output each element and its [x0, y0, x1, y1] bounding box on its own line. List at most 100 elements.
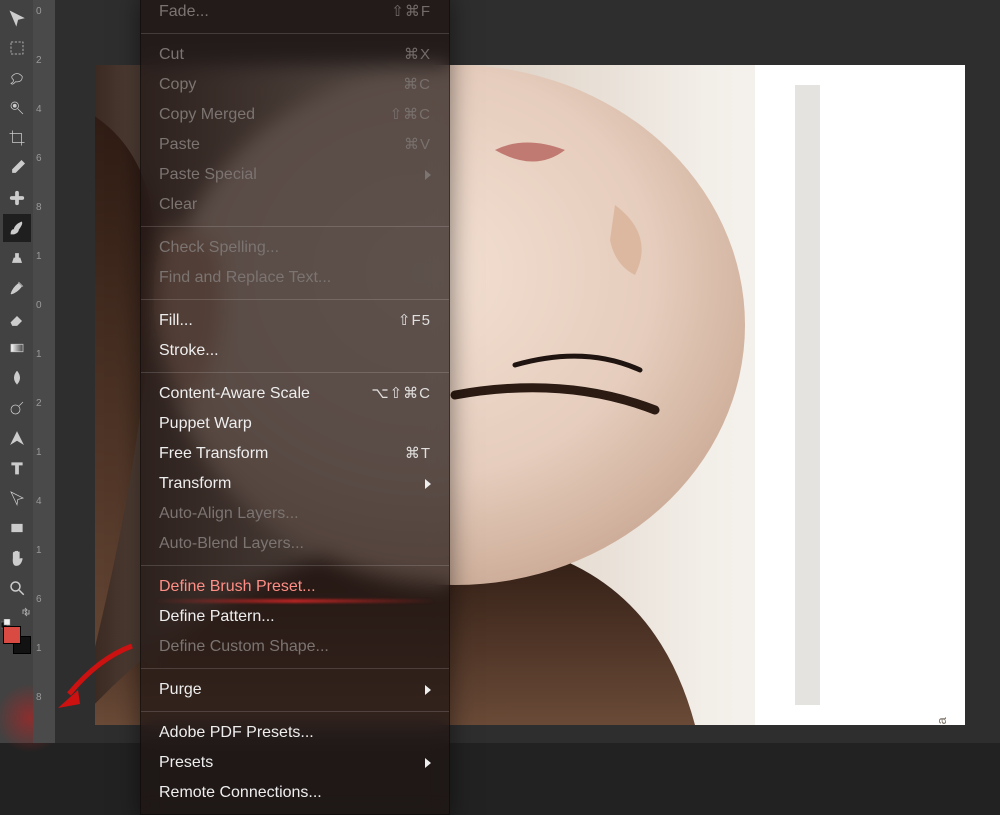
menu-item-label: Presets: [159, 752, 425, 774]
menu-item-shortcut: ⇧⌘C: [390, 104, 431, 126]
menu-item-puppet-warp[interactable]: Puppet Warp: [141, 409, 449, 439]
marquee-tool[interactable]: [3, 34, 31, 62]
type-tool[interactable]: [3, 454, 31, 482]
menu-item-adobe-pdf-presets[interactable]: Adobe PDF Presets...: [141, 718, 449, 748]
rectangle-tool[interactable]: [3, 514, 31, 542]
menu-item-label: Cut: [159, 44, 404, 66]
menu-item-label: Puppet Warp: [159, 413, 431, 435]
menu-item-label: Purge: [159, 679, 425, 701]
menu-item-transform[interactable]: Transform: [141, 469, 449, 499]
menu-item-purge[interactable]: Purge: [141, 675, 449, 705]
ruler-mark: 8: [36, 202, 42, 213]
foreground-color-swatch[interactable]: [3, 626, 21, 644]
chevron-right-icon: [425, 170, 431, 180]
menu-item-label: Copy: [159, 74, 403, 96]
menu-item-find-and-replace-text: Find and Replace Text...: [141, 263, 449, 293]
history-brush-tool[interactable]: [3, 274, 31, 302]
menu-item-label: Free Transform: [159, 443, 405, 465]
healing-brush-tool[interactable]: [3, 184, 31, 212]
menu-item-shortcut: ⇧⌘F: [391, 1, 431, 23]
quick-selection-tool[interactable]: [3, 94, 31, 122]
menu-item-auto-blend-layers: Auto-Blend Layers...: [141, 529, 449, 559]
vertical-ruler: 024681012141618: [33, 0, 55, 743]
menu-item-label: Copy Merged: [159, 104, 390, 126]
menu-item-check-spelling: Check Spelling...: [141, 233, 449, 263]
watermark-text: Erika Parfenova: [934, 717, 949, 725]
menu-item-shortcut: ⌥⇧⌘C: [371, 383, 431, 405]
menu-item-label: Define Custom Shape...: [159, 636, 431, 658]
menu-item-label: Transform: [159, 473, 425, 495]
menu-item-label: Define Pattern...: [159, 606, 431, 628]
menu-item-paste: Paste⌘V: [141, 130, 449, 160]
menu-separator: [141, 711, 449, 712]
menu-item-copy: Copy⌘C: [141, 70, 449, 100]
menu-item-label: Adobe PDF Presets...: [159, 722, 431, 744]
menu-item-shortcut: ⇧F5: [398, 310, 431, 332]
ruler-mark: 6: [36, 594, 42, 605]
ruler-mark: 1: [36, 251, 42, 262]
zoom-tool[interactable]: [3, 574, 31, 602]
ruler-mark: 4: [36, 496, 42, 507]
menu-item-remote-connections[interactable]: Remote Connections...: [141, 778, 449, 808]
default-colors-icon[interactable]: [1, 616, 9, 624]
menu-separator: [141, 299, 449, 300]
ruler-mark: 1: [36, 349, 42, 360]
menu-item-label: Paste: [159, 134, 404, 156]
menu-item-define-custom-shape: Define Custom Shape...: [141, 632, 449, 662]
menu-item-define-pattern[interactable]: Define Pattern...: [141, 602, 449, 632]
menu-item-define-brush-preset[interactable]: Define Brush Preset...: [141, 572, 449, 602]
menu-item-label: Remote Connections...: [159, 782, 431, 804]
menu-item-presets[interactable]: Presets: [141, 748, 449, 778]
menu-item-shortcut: ⌘C: [403, 74, 431, 96]
edit-dropdown-menu: Fade...⇧⌘FCut⌘XCopy⌘CCopy Merged⇧⌘CPaste…: [140, 0, 450, 815]
menu-item-label: Content-Aware Scale: [159, 383, 371, 405]
menu-separator: [141, 668, 449, 669]
menu-item-label: Check Spelling...: [159, 237, 431, 259]
ruler-mark: 0: [36, 300, 42, 311]
menu-item-paste-special: Paste Special: [141, 160, 449, 190]
menu-item-label: Fill...: [159, 310, 398, 332]
swap-colors-icon[interactable]: [22, 604, 32, 614]
color-swatches[interactable]: [3, 626, 31, 654]
ruler-mark: 1: [36, 447, 42, 458]
gradient-tool[interactable]: [3, 334, 31, 362]
clone-stamp-tool[interactable]: [3, 244, 31, 272]
menu-item-shortcut: ⌘V: [404, 134, 431, 156]
eraser-tool[interactable]: [3, 304, 31, 332]
move-tool[interactable]: [3, 4, 31, 32]
ruler-mark: 8: [36, 692, 42, 703]
menu-item-label: Clear: [159, 194, 431, 216]
chevron-right-icon: [425, 758, 431, 768]
lasso-tool[interactable]: [3, 64, 31, 92]
menu-item-label: Auto-Blend Layers...: [159, 533, 431, 555]
chevron-right-icon: [425, 479, 431, 489]
blur-tool[interactable]: [3, 364, 31, 392]
menu-item-stroke[interactable]: Stroke...: [141, 336, 449, 366]
menu-item-fade: Fade...⇧⌘F: [141, 0, 449, 27]
ruler-mark: 6: [36, 153, 42, 164]
chevron-right-icon: [425, 685, 431, 695]
eyedropper-tool[interactable]: [3, 154, 31, 182]
menu-item-free-transform[interactable]: Free Transform⌘T: [141, 439, 449, 469]
brush-tool[interactable]: [3, 214, 31, 242]
ruler-mark: 0: [36, 6, 42, 17]
menu-item-content-aware-scale[interactable]: Content-Aware Scale⌥⇧⌘C: [141, 379, 449, 409]
menu-item-label: Fade...: [159, 1, 391, 23]
tools-toolbar: [0, 0, 33, 743]
menu-item-label: Stroke...: [159, 340, 431, 362]
menu-item-fill[interactable]: Fill...⇧F5: [141, 306, 449, 336]
menu-separator: [141, 33, 449, 34]
menu-item-copy-merged: Copy Merged⇧⌘C: [141, 100, 449, 130]
menu-item-label: Define Brush Preset...: [159, 576, 431, 598]
crop-tool[interactable]: [3, 124, 31, 152]
dodge-tool[interactable]: [3, 394, 31, 422]
menu-item-cut: Cut⌘X: [141, 40, 449, 70]
menu-item-shortcut: ⌘X: [404, 44, 431, 66]
menu-item-clear: Clear: [141, 190, 449, 220]
pen-tool[interactable]: [3, 424, 31, 452]
ruler-mark: 2: [36, 398, 42, 409]
path-selection-tool[interactable]: [3, 484, 31, 512]
ruler-mark: 1: [36, 545, 42, 556]
menu-item-label: Find and Replace Text...: [159, 267, 431, 289]
hand-tool[interactable]: [3, 544, 31, 572]
